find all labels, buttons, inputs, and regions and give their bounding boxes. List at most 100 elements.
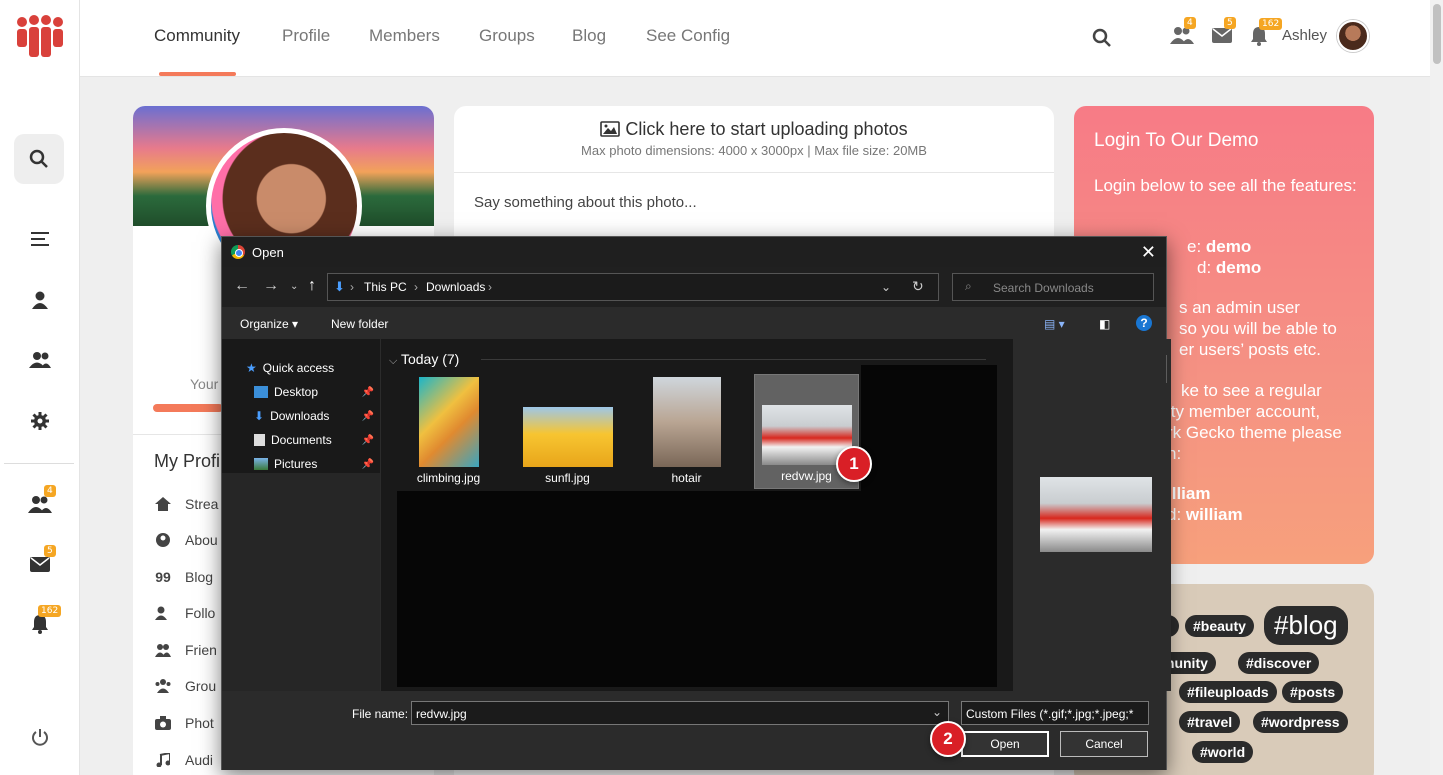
refresh-icon[interactable]: ↻ (912, 278, 924, 295)
nav-groups[interactable]: Groups (479, 26, 535, 46)
breadcrumb-downloads[interactable]: Downloads (426, 280, 485, 294)
tag-item[interactable]: #beauty (1185, 615, 1254, 637)
pin-icon: 📌 (361, 458, 374, 470)
file-name: climbing.jpg (416, 471, 481, 485)
rail-profile-button[interactable] (24, 284, 56, 316)
file-type-select[interactable]: Custom Files (*.gif;*.jpg;*.jpeg;* (961, 701, 1149, 725)
close-icon[interactable]: ✕ (1141, 242, 1156, 263)
file-item[interactable]: hotair (634, 377, 739, 485)
upload-title[interactable]: Click here to start uploading photos (454, 119, 1054, 140)
file-item[interactable]: sunfl.jpg (515, 377, 620, 485)
up-arrow-icon[interactable]: ↑ (308, 277, 316, 295)
file-thumbnail (652, 377, 721, 467)
rail-messages-button[interactable]: 5 (24, 545, 56, 580)
organize-label: Organize (240, 317, 289, 331)
file-name-input[interactable]: redvw.jpg ⌄ (411, 701, 949, 725)
profile-menu-friends[interactable]: Frien (155, 640, 217, 660)
group-header[interactable]: ⌵ Today (7) (389, 351, 459, 368)
avatar[interactable] (1337, 20, 1369, 52)
preview-pane-icon[interactable]: ◧ (1099, 317, 1110, 331)
rail-logout-button[interactable] (24, 721, 56, 753)
chevron-down-icon[interactable]: ⌄ (932, 705, 942, 719)
nav-label: Quick access (262, 361, 335, 375)
recent-chevron-down-icon[interactable]: ⌄ (290, 281, 298, 292)
profile-menu-following[interactable]: Follo (155, 603, 215, 623)
upload-title-text: Click here to start uploading photos (625, 119, 908, 139)
admin-line-2: so you will be able to (1179, 319, 1337, 338)
redacted-area (397, 491, 997, 687)
login-username-line: e: demo (1187, 236, 1443, 257)
nav-community[interactable]: Community (154, 26, 240, 46)
chevron-down-icon[interactable]: ⌄ (881, 280, 891, 294)
tag-item[interactable]: #wordpress (1253, 711, 1348, 733)
dialog-title: Open (252, 245, 284, 260)
rail-menu-button[interactable] (24, 223, 56, 255)
rail-friends-button[interactable]: 4 (24, 485, 56, 520)
cancel-button[interactable]: Cancel (1060, 731, 1148, 757)
search-icon (29, 149, 48, 168)
address-bar[interactable]: ⬇ › This PC › Downloads › ⌄ ↻ (327, 273, 939, 301)
nav-label: Documents (271, 433, 332, 447)
tag-item[interactable]: #fileuploads (1179, 681, 1277, 703)
rail-settings-button[interactable] (24, 405, 56, 437)
profile-menu-blog[interactable]: 99 Blog (155, 567, 213, 587)
profile-menu-photos[interactable]: Phot (155, 713, 214, 733)
nav-members[interactable]: Members (369, 26, 440, 46)
rail-members-button[interactable] (24, 344, 56, 376)
bell-icon (32, 615, 48, 634)
music-icon (155, 752, 171, 768)
menu-label: Audi (185, 752, 214, 768)
left-rail: 4 5 162 (0, 0, 80, 775)
document-icon (254, 434, 265, 446)
rail-notifications-button[interactable]: 162 (24, 605, 62, 640)
regular-line-2: ity member account, (1167, 402, 1321, 421)
open-button[interactable]: Open (961, 731, 1049, 757)
topbar-friends-button[interactable]: 4 (1170, 17, 1196, 48)
preview-image (1040, 477, 1152, 552)
new-folder-button[interactable]: New folder (331, 317, 388, 331)
rail-search-button[interactable] (14, 134, 64, 184)
search-icon: ⌕ (965, 279, 972, 293)
regular-password-value: william (1185, 505, 1243, 524)
topbar-messages-button[interactable]: 5 (1212, 17, 1236, 46)
rail-divider (4, 463, 74, 464)
search-downloads-input[interactable]: ⌕ Search Downloads (952, 273, 1154, 301)
pin-icon: 📌 (361, 434, 374, 446)
site-logo-icon[interactable] (14, 14, 66, 60)
search-icon[interactable] (1092, 28, 1112, 48)
admin-line-3: er users’ posts etc. (1179, 340, 1322, 359)
photo-caption-input[interactable]: Say something about this photo... (474, 194, 697, 211)
view-options-icon[interactable]: ▤ ▾ (1044, 317, 1065, 331)
nav-blog[interactable]: Blog (572, 26, 606, 46)
organize-button[interactable]: Organize ▾ (240, 317, 298, 331)
profile-menu-groups[interactable]: Grou (155, 676, 216, 696)
menu-label: Blog (185, 569, 214, 585)
help-icon[interactable]: ? (1136, 315, 1152, 331)
power-icon (32, 729, 48, 746)
nav-see-config[interactable]: See Config (646, 26, 730, 46)
upload-subtitle: Max photo dimensions: 4000 x 3000px | Ma… (581, 143, 927, 158)
back-arrow-icon[interactable]: ← (234, 277, 250, 295)
nav-profile[interactable]: Profile (282, 26, 330, 46)
user-name[interactable]: Ashley (1282, 27, 1327, 44)
file-item[interactable]: climbing.jpg (396, 377, 501, 485)
group-icon (155, 678, 171, 694)
regular-line-1: ke to see a regular (1181, 381, 1322, 400)
step-marker: 1 (836, 446, 872, 482)
profile-menu-about[interactable]: Abou (155, 530, 218, 550)
tag-item[interactable]: #posts (1282, 681, 1344, 703)
tag-item[interactable]: #world (1192, 741, 1254, 763)
tag-item[interactable]: #blog (1264, 606, 1348, 645)
tag-item[interactable]: #discover (1238, 652, 1320, 674)
forward-arrow-icon[interactable]: → (263, 277, 279, 295)
tag-item[interactable]: #travel (1179, 711, 1241, 733)
profile-menu-stream[interactable]: Strea (155, 494, 218, 514)
divider (454, 172, 1054, 173)
nav-label: Downloads (270, 409, 330, 423)
topbar-notifications-button[interactable]: 162 (1250, 18, 1283, 46)
dialog-titlebar[interactable]: Open ✕ (222, 237, 1166, 267)
download-icon: ⬇ (334, 279, 345, 294)
profile-menu-audio[interactable]: Audi (155, 750, 213, 770)
breadcrumb-this-pc[interactable]: This PC (364, 280, 407, 294)
page-scrollbar-thumb[interactable] (1433, 4, 1441, 64)
